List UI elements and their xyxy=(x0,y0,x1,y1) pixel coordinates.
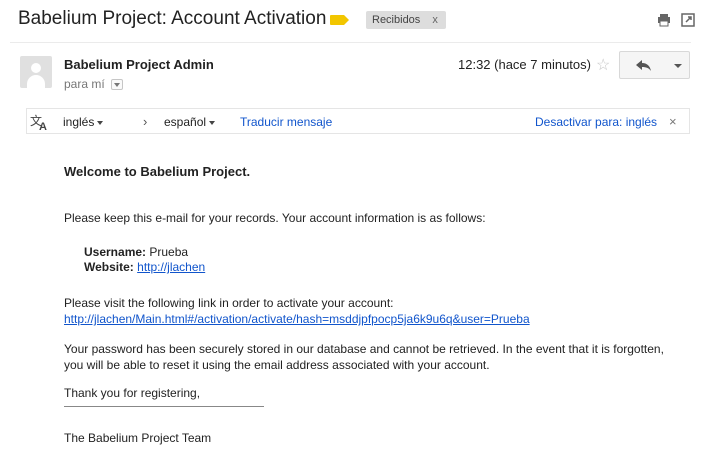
target-language-dropdown[interactable]: español xyxy=(164,115,216,129)
open-in-new-window-icon[interactable] xyxy=(681,13,695,27)
reply-button[interactable] xyxy=(619,51,667,79)
chevron-right-icon: › xyxy=(143,114,148,129)
signature-divider xyxy=(64,406,264,407)
username-label: Username: xyxy=(84,245,147,259)
source-language-dropdown[interactable]: inglés xyxy=(63,115,104,129)
website-row: Website: http://jlachen xyxy=(84,260,205,275)
email-subject: Babelium Project: Account Activation xyxy=(18,8,327,29)
top-actions xyxy=(657,13,695,27)
translate-message-link[interactable]: Traducir mensaje xyxy=(240,115,332,129)
more-actions-button[interactable] xyxy=(666,51,690,79)
remove-label-button[interactable]: x xyxy=(432,14,438,26)
recipient-line: para mí xyxy=(64,77,123,91)
welcome-heading: Welcome to Babelium Project. xyxy=(64,164,251,179)
reply-icon xyxy=(636,60,651,71)
inbox-label-tag: Recibidos x xyxy=(366,11,446,29)
subject-bar: Babelium Project: Account Activation Rec… xyxy=(0,0,713,40)
password-paragraph: Your password has been securely stored i… xyxy=(64,342,664,372)
target-language-label: español xyxy=(164,115,207,129)
source-language-label: inglés xyxy=(63,115,95,129)
header-divider xyxy=(10,42,691,43)
activation-link[interactable]: http://jlachen/Main.html#/activation/act… xyxy=(64,312,530,326)
inbox-label-text: Recibidos xyxy=(372,14,421,26)
avatar-head xyxy=(31,63,41,73)
team-signature: The Babelium Project Team xyxy=(64,431,212,445)
sender-name[interactable]: Babelium Project Admin xyxy=(64,57,214,72)
translate-icon: 文A xyxy=(30,113,50,134)
svg-text:A: A xyxy=(39,121,47,131)
translate-bar: 文A inglés › español Traducir mensaje Des… xyxy=(26,108,690,134)
activation-paragraph: Please visit the following link in order… xyxy=(64,295,530,327)
avatar-body xyxy=(27,75,45,88)
thanks-line: Thank you for registering, xyxy=(64,386,201,400)
activation-text: Please visit the following link in order… xyxy=(64,296,394,310)
email-timestamp: 12:32 (hace 7 minutos) xyxy=(458,57,591,72)
close-translate-bar-button[interactable]: × xyxy=(669,114,677,129)
disable-translation-link[interactable]: Desactivar para: inglés xyxy=(535,115,657,129)
username-value: Prueba xyxy=(149,245,189,259)
caret-down-icon xyxy=(97,120,104,125)
label-importance-icon[interactable] xyxy=(330,15,349,25)
show-details-dropdown[interactable] xyxy=(110,78,123,90)
avatar[interactable] xyxy=(20,56,52,88)
star-icon[interactable]: ☆ xyxy=(596,55,610,75)
recipient-label: para mí xyxy=(64,77,105,91)
website-link[interactable]: http://jlachen xyxy=(137,260,205,274)
account-info: Username: Prueba Website: http://jlachen xyxy=(84,245,205,275)
website-label: Website: xyxy=(84,260,134,274)
caret-down-icon xyxy=(209,120,216,125)
username-row: Username: Prueba xyxy=(84,245,205,260)
intro-paragraph: Please keep this e-mail for your records… xyxy=(64,211,486,225)
print-icon[interactable] xyxy=(657,13,671,27)
